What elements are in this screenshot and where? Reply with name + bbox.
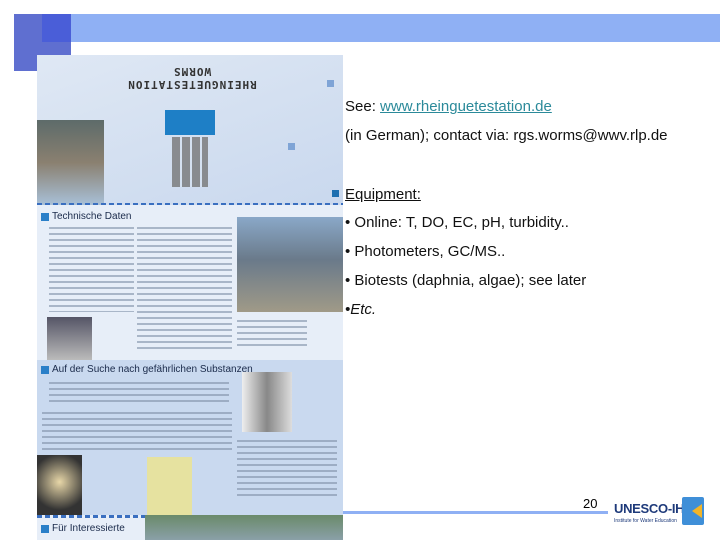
speaker-icon[interactable] (682, 497, 704, 525)
page-number: 20 (583, 496, 598, 511)
bridge-photo (237, 217, 343, 312)
section-heading: Technische Daten (41, 211, 132, 222)
brochure-tech-section: Technische Daten (37, 205, 343, 360)
logo-name: UNESCO-IHE (614, 501, 693, 516)
decor-square-inner (42, 14, 71, 42)
daphnia-photo (37, 455, 82, 515)
logo-wave (165, 110, 215, 135)
bullet-square-icon (332, 190, 339, 197)
footer-bar (343, 511, 608, 514)
see-label: See: (345, 98, 381, 115)
brochure-cover: RHEINGUETESTATION WORMS (37, 55, 343, 206)
tower-photo (37, 120, 104, 205)
logo-text-2: WORMS (172, 65, 212, 78)
text-block (42, 412, 137, 452)
bullet-etc: •Etc. (345, 301, 377, 318)
logo-grid (172, 137, 208, 187)
unesco-ihe-logo: UNESCO-IHE Institute for Water Education (614, 500, 693, 524)
logo-subtitle: Institute for Water Education (614, 518, 677, 524)
river-photo (145, 515, 343, 540)
logo-text: RHEINGUETESTATION (127, 78, 257, 91)
text-block (49, 227, 134, 312)
bullet-online: • Online: T, DO, EC, pH, turbidity.. (345, 214, 569, 231)
title-bar-decor (71, 14, 720, 42)
contact-text: (in German); contact via: rgs.worms@wwv.… (345, 127, 668, 144)
equipment-item: Equipment: (332, 186, 421, 203)
decor-square-small (327, 80, 334, 87)
website-link[interactable]: www.rheinguetestation.de (380, 98, 552, 115)
text-block (137, 412, 232, 452)
bullet-photometers: • Photometers, GC/MS.. (345, 243, 506, 260)
test-tubes-photo (242, 372, 292, 432)
brochure-substances-section: Auf der Suche nach gefährlichen Substanz… (37, 360, 343, 515)
bullet-biotests: • Biotests (daphnia, algae); see later (345, 272, 587, 289)
see-line: See: www.rheinguetestation.de (345, 98, 552, 115)
section-heading: Für Interessierte (41, 523, 125, 534)
section-heading: Auf der Suche nach gefährlichen Substanz… (41, 364, 253, 375)
algae-photo (147, 457, 192, 515)
text-block (137, 227, 232, 352)
equipment-heading: Equipment: (345, 186, 421, 203)
station-logo: RHEINGUETESTATION WORMS (122, 65, 262, 91)
brochure-image: RHEINGUETESTATION WORMS Technische Daten… (37, 55, 343, 540)
text-block (237, 440, 337, 500)
lab-photo (47, 317, 92, 360)
decor-square-small (288, 143, 295, 150)
text-block (237, 320, 307, 350)
brochure-info-section: Für Interessierte (37, 515, 343, 540)
text-block (49, 382, 229, 406)
